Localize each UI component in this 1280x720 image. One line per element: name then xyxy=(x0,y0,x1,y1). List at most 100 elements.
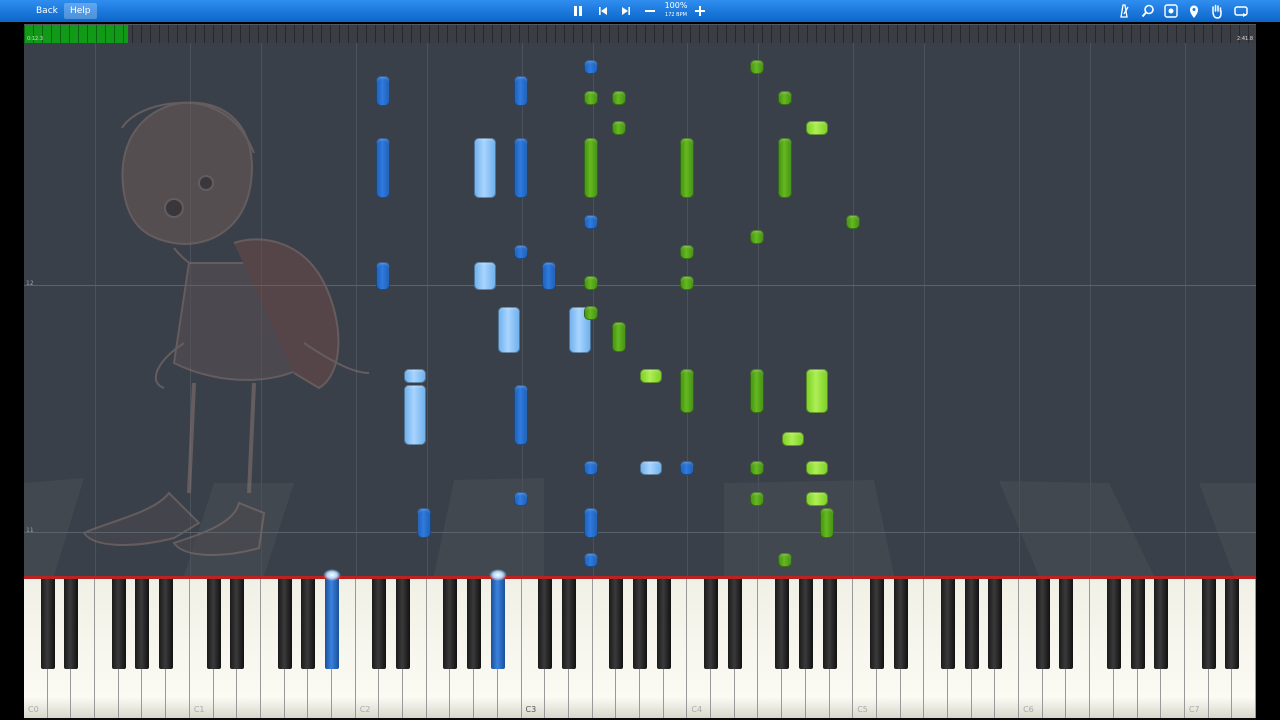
right-hand-note xyxy=(612,121,626,135)
measure-line xyxy=(24,532,1256,533)
right-hand-note xyxy=(778,91,792,105)
left-hand-note xyxy=(584,553,598,567)
right-hand-note xyxy=(806,369,828,413)
right-hand-note xyxy=(680,369,694,413)
right-hand-note xyxy=(680,138,694,198)
black-key[interactable] xyxy=(1059,579,1074,669)
left-hand-note xyxy=(584,461,598,475)
black-key[interactable] xyxy=(941,579,955,669)
black-key[interactable] xyxy=(396,579,411,669)
black-key[interactable] xyxy=(40,579,55,669)
speed-percent: 100% xyxy=(664,1,688,10)
settings-icon[interactable] xyxy=(1162,2,1180,20)
black-key[interactable] xyxy=(988,579,1003,669)
black-key[interactable] xyxy=(609,579,624,669)
right-hand-note xyxy=(806,461,828,475)
right-hand-note xyxy=(584,91,598,105)
black-key[interactable] xyxy=(1130,579,1145,669)
left-hand-note xyxy=(498,307,520,353)
minus-icon[interactable] xyxy=(641,2,659,20)
speed-display: 100% 172 BPM xyxy=(660,1,692,19)
left-hand-note xyxy=(474,138,496,198)
plus-icon[interactable] xyxy=(691,2,709,20)
right-hand-note xyxy=(750,461,764,475)
progress-ticks xyxy=(24,25,1256,43)
black-key[interactable] xyxy=(704,579,719,669)
black-key-pressed[interactable] xyxy=(325,579,339,669)
black-key[interactable] xyxy=(656,579,671,669)
help-button[interactable]: Help xyxy=(64,3,97,19)
pause-icon[interactable] xyxy=(569,2,587,20)
left-hand-note xyxy=(514,76,528,106)
black-key[interactable] xyxy=(775,579,790,669)
black-key[interactable] xyxy=(1225,579,1240,669)
background-illustration xyxy=(24,101,1256,576)
octave-label: C5 xyxy=(857,705,868,714)
octave-label: C6 xyxy=(1023,705,1034,714)
black-key[interactable] xyxy=(111,579,126,669)
metronome-icon[interactable] xyxy=(1115,2,1133,20)
measure-number: 11 xyxy=(26,527,34,534)
octave-label: C2 xyxy=(359,705,371,714)
left-hand-note xyxy=(404,369,426,383)
black-key[interactable] xyxy=(633,579,647,669)
back-button[interactable]: Back xyxy=(30,3,64,19)
black-key[interactable] xyxy=(538,579,553,669)
black-key[interactable] xyxy=(277,579,292,669)
octave-label: C0 xyxy=(28,705,39,714)
black-key[interactable] xyxy=(443,579,458,669)
black-key[interactable] xyxy=(727,579,742,669)
left-hand-note xyxy=(514,245,528,259)
black-key[interactable] xyxy=(206,579,221,669)
black-key[interactable] xyxy=(893,579,908,669)
black-key[interactable] xyxy=(159,579,174,669)
right-hand-note xyxy=(750,369,764,413)
hand-icon[interactable] xyxy=(1208,2,1226,20)
black-key[interactable] xyxy=(869,579,884,669)
black-key[interactable] xyxy=(1154,579,1169,669)
black-key[interactable] xyxy=(135,579,150,669)
black-key[interactable] xyxy=(561,579,576,669)
right-hand-note xyxy=(584,276,598,290)
right-hand-note xyxy=(584,306,598,320)
black-key[interactable] xyxy=(64,579,79,669)
left-hand-note xyxy=(474,262,496,290)
right-hand-note xyxy=(750,492,764,506)
black-key[interactable] xyxy=(1106,579,1121,669)
left-hand-note xyxy=(514,385,528,445)
left-hand-note xyxy=(376,138,390,198)
octave-label: C4 xyxy=(691,705,703,714)
measure-line xyxy=(24,285,1256,286)
total-time: 2:41.8 xyxy=(1237,36,1253,42)
right-hand-note xyxy=(846,215,860,229)
loop-icon[interactable] xyxy=(1232,2,1250,20)
black-key[interactable] xyxy=(1035,579,1050,669)
search-icon[interactable] xyxy=(1139,2,1157,20)
black-key[interactable] xyxy=(230,579,245,669)
right-hand-note xyxy=(680,276,694,290)
skip-forward-icon[interactable] xyxy=(617,2,635,20)
piano-keyboard[interactable]: C0 C1 C2 C3 C4 C5 C6 C7 xyxy=(24,569,1256,720)
progress-bar[interactable]: 0:12.3 2:41.8 xyxy=(24,24,1256,44)
location-icon[interactable] xyxy=(1185,2,1203,20)
right-hand-note xyxy=(612,91,626,105)
black-key[interactable] xyxy=(964,579,979,669)
black-key[interactable] xyxy=(1201,579,1216,669)
black-key[interactable] xyxy=(467,579,482,669)
right-hand-note xyxy=(806,121,828,135)
black-key[interactable] xyxy=(798,579,813,669)
left-hand-note xyxy=(584,508,598,538)
left-hand-note xyxy=(417,508,431,538)
left-hand-note xyxy=(376,262,390,290)
skip-back-icon[interactable] xyxy=(594,2,612,20)
left-hand-note xyxy=(542,262,556,290)
left-hand-note xyxy=(514,492,528,506)
speed-bpm: 172 BPM xyxy=(665,12,687,18)
right-hand-note xyxy=(640,369,662,383)
black-key[interactable] xyxy=(301,579,316,669)
right-hand-note xyxy=(778,553,792,567)
left-hand-note xyxy=(640,461,662,475)
black-key-pressed[interactable] xyxy=(490,579,505,669)
black-key[interactable] xyxy=(372,579,387,669)
black-key[interactable] xyxy=(822,579,837,669)
